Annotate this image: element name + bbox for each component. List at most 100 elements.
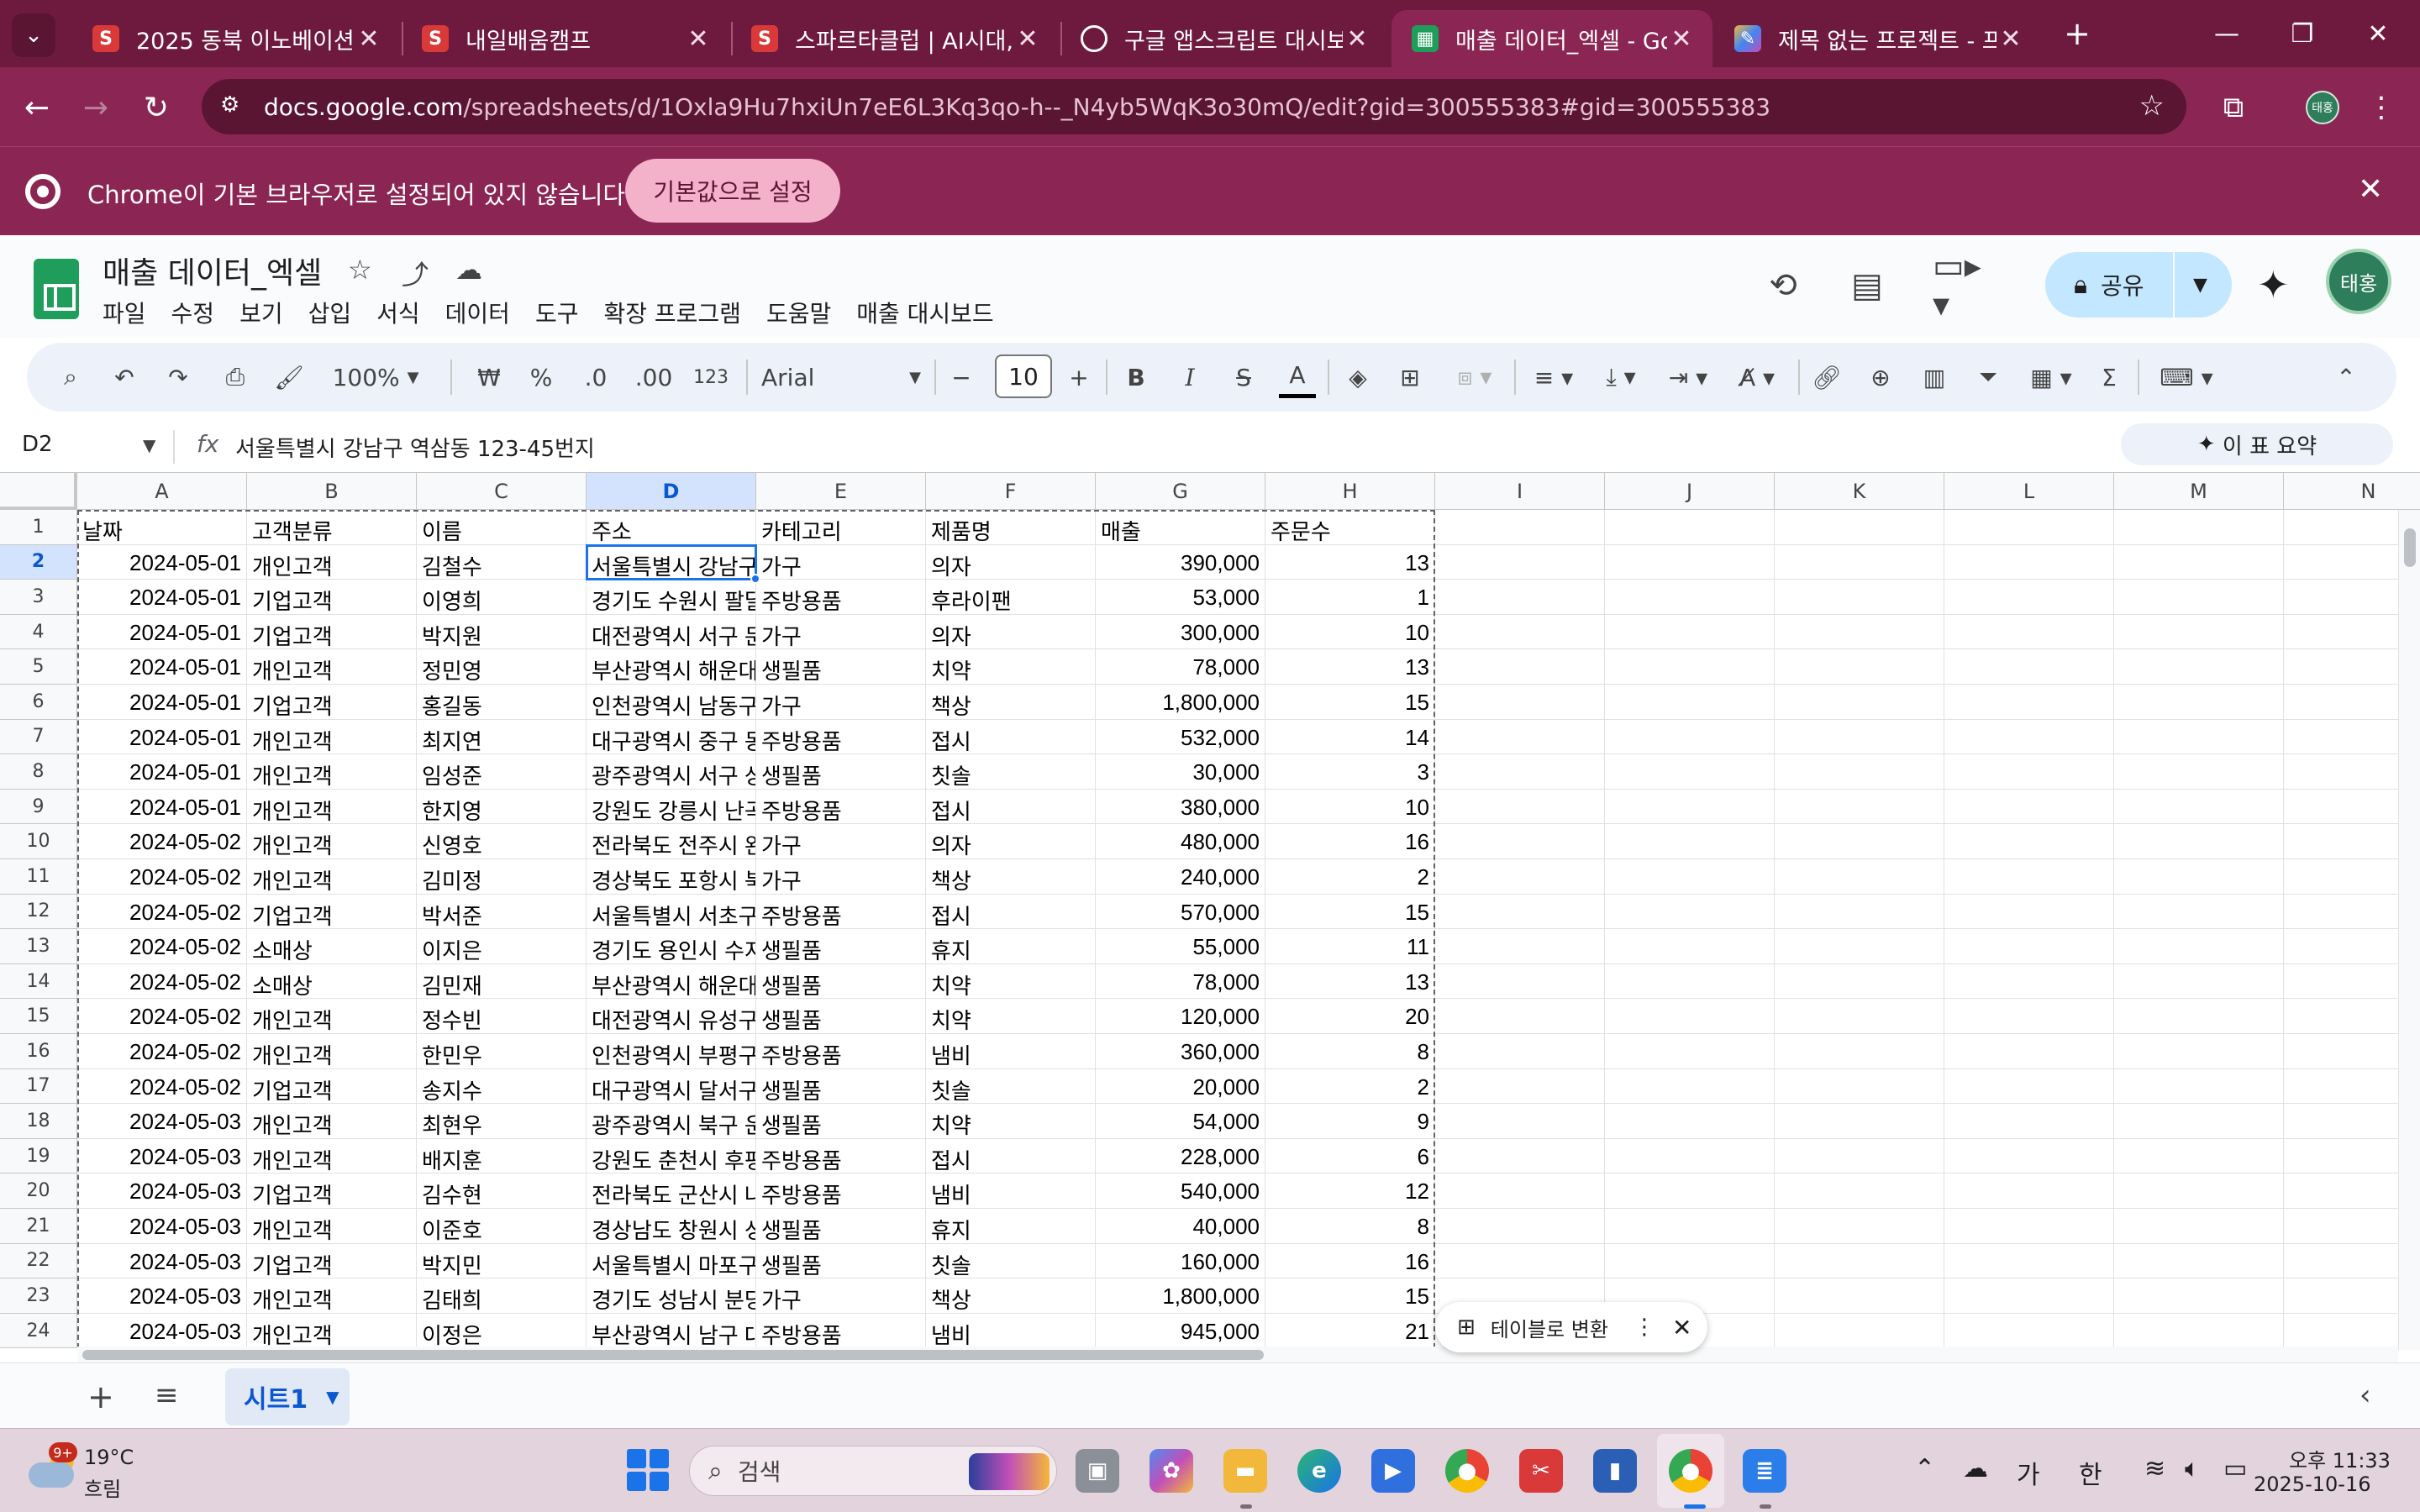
table-cell[interactable] <box>1944 1313 2114 1349</box>
taskbar-search-box[interactable]: ⌕ 검색 <box>689 1446 1057 1496</box>
table-cell[interactable]: 10 <box>1265 614 1435 650</box>
table-cell[interactable] <box>1775 859 1944 895</box>
table-cell[interactable] <box>1944 1173 2114 1209</box>
table-cell[interactable]: 13 <box>1265 544 1435 580</box>
table-cell[interactable] <box>1944 929 2114 964</box>
close-tab-icon[interactable]: ✕ <box>355 24 383 54</box>
table-cell[interactable]: 소매상 <box>247 963 417 1000</box>
forward-button[interactable]: → <box>72 84 119 131</box>
table-cell[interactable]: 가구 <box>756 824 926 859</box>
table-cell[interactable] <box>2114 929 2284 964</box>
table-cell[interactable] <box>1944 894 2114 930</box>
table-cell[interactable] <box>1775 614 1944 650</box>
table-cell[interactable]: 냄비 <box>926 1313 1096 1349</box>
table-cell[interactable]: 가구 <box>756 544 926 580</box>
decrease-decimal-button[interactable]: .0 <box>575 356 617 398</box>
table-cell[interactable] <box>1435 824 1605 859</box>
menu-tools[interactable]: 도구 <box>535 296 579 329</box>
table-cell[interactable] <box>1944 1243 2114 1279</box>
table-cell[interactable]: 53,000 <box>1096 580 1265 615</box>
cloud-saved-icon[interactable]: ☁ <box>455 254 482 286</box>
row-header[interactable]: 9 <box>0 789 77 825</box>
table-cell[interactable]: 2024-05-01 <box>77 580 247 615</box>
close-tab-icon[interactable]: ✕ <box>1996 24 2025 54</box>
table-cell[interactable]: 2 <box>1265 1068 1435 1105</box>
table-cell[interactable] <box>1605 894 1775 930</box>
comments-icon[interactable]: ▤ <box>1842 260 1892 311</box>
row-header[interactable]: 10 <box>0 824 77 859</box>
table-cell[interactable]: 주방용품 <box>756 719 926 755</box>
table-cell[interactable] <box>1435 580 1605 615</box>
back-button[interactable]: ← <box>13 84 60 131</box>
table-cell[interactable]: 기업고객 <box>247 685 417 720</box>
header-cell[interactable]: 카테고리 <box>756 510 926 545</box>
table-cell[interactable]: 생필품 <box>756 999 926 1034</box>
horizontal-scroll-thumb[interactable] <box>82 1350 1264 1360</box>
table-cell[interactable] <box>1435 859 1605 895</box>
paint-format-icon[interactable]: 🖌︎ <box>272 356 306 398</box>
table-cell[interactable]: 냄비 <box>926 1173 1096 1209</box>
bookmark-star-icon[interactable]: ☆ <box>2139 89 2165 123</box>
table-cell[interactable] <box>1605 649 1775 685</box>
browser-tab[interactable]: S 2025 동북 이노베이션 ✕ <box>72 10 400 67</box>
row-header[interactable]: 24 <box>0 1313 77 1349</box>
table-cell[interactable]: 기업고객 <box>247 580 417 615</box>
redo-icon[interactable]: ↷ <box>161 356 195 398</box>
battery-icon[interactable]: ▭ <box>2223 1454 2247 1483</box>
table-cell[interactable]: 개인고객 <box>247 649 417 685</box>
table-cell[interactable]: 칫솔 <box>926 1243 1096 1279</box>
table-cell[interactable]: 서울특별시 서초구 <box>587 894 756 930</box>
table-cell[interactable] <box>2114 1173 2284 1209</box>
table-cell[interactable] <box>1435 929 1605 964</box>
table-view-icon[interactable]: ▦ ▾ <box>2022 356 2081 398</box>
text-color-icon[interactable]: A <box>1279 356 1316 398</box>
table-cell[interactable]: 2024-05-01 <box>77 685 247 720</box>
move-folder-icon[interactable]: ⤴ <box>402 254 429 292</box>
document-title[interactable]: 매출 데이터_엑셀 <box>103 249 322 292</box>
meet-icon[interactable]: ▭▸ ▾ <box>1933 247 2008 324</box>
browser-tab[interactable]: S 스파르타클럽 | AI시대, ✕ <box>731 10 1059 67</box>
table-cell[interactable]: 2024-05-03 <box>77 1243 247 1279</box>
table-cell[interactable]: 13 <box>1265 963 1435 1000</box>
column-header[interactable]: E <box>756 473 926 510</box>
row-header[interactable]: 17 <box>0 1068 77 1105</box>
table-cell[interactable]: 부산광역시 해운대 <box>587 963 756 1000</box>
undo-icon[interactable]: ↶ <box>108 356 141 398</box>
table-cell[interactable] <box>1435 614 1605 650</box>
table-cell[interactable]: 2024-05-03 <box>77 1173 247 1209</box>
row-header[interactable]: 6 <box>0 685 77 720</box>
table-cell[interactable]: 가구 <box>756 685 926 720</box>
table-cell[interactable]: 2024-05-02 <box>77 1034 247 1069</box>
row-header[interactable]: 16 <box>0 1034 77 1069</box>
table-cell[interactable]: 광주광역시 서구 상 <box>587 754 756 790</box>
table-cell[interactable] <box>1775 649 1944 685</box>
table-cell[interactable] <box>1605 754 1775 790</box>
menu-extensions[interactable]: 확장 프로그램 <box>603 296 740 329</box>
vertical-align-icon[interactable]: ⤓ ▾ <box>1591 356 1650 398</box>
table-cell[interactable] <box>1605 685 1775 720</box>
show-hidden-icons-icon[interactable]: ⌃ <box>1914 1454 1935 1483</box>
table-cell[interactable] <box>2114 824 2284 859</box>
column-header[interactable]: G <box>1096 473 1265 510</box>
increase-font-size-icon[interactable]: + <box>1062 356 1096 398</box>
table-cell[interactable]: 2024-05-02 <box>77 963 247 1000</box>
file-explorer-icon[interactable]: ▬ <box>1223 1449 1267 1493</box>
sheets-logo-icon[interactable] <box>34 259 79 319</box>
table-cell[interactable] <box>1944 1138 2114 1174</box>
table-cell[interactable]: 390,000 <box>1096 544 1265 580</box>
table-cell[interactable] <box>1775 754 1944 790</box>
table-cell[interactable] <box>1944 1278 2114 1314</box>
header-cell[interactable] <box>1605 510 1775 545</box>
table-cell[interactable] <box>1435 1173 1605 1209</box>
table-cell[interactable] <box>1605 824 1775 859</box>
table-cell[interactable] <box>1435 1034 1605 1069</box>
select-all-corner[interactable] <box>0 473 77 510</box>
table-cell[interactable] <box>1944 1104 2114 1139</box>
table-cell[interactable]: 주방용품 <box>756 1138 926 1174</box>
table-cell[interactable]: 228,000 <box>1096 1138 1265 1174</box>
borders-icon[interactable]: ⊞ <box>1393 356 1427 398</box>
table-cell[interactable] <box>1605 719 1775 755</box>
table-cell[interactable] <box>1775 1068 1944 1105</box>
share-button[interactable]: 🔒︎ 공유 ▼ <box>2045 252 2232 318</box>
table-cell[interactable]: 전라북도 군산시 나 <box>587 1173 756 1209</box>
